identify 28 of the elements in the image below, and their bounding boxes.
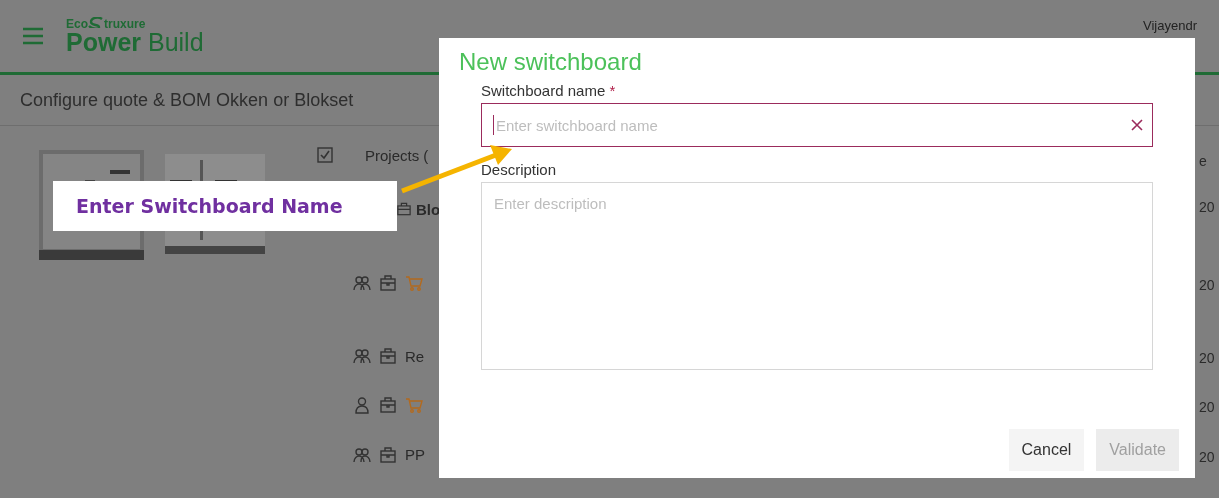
cancel-button[interactable]: Cancel <box>1008 429 1085 471</box>
app-logo: Eco truxure Power Build <box>66 17 204 55</box>
date-cell-text: 20 <box>1199 198 1216 217</box>
user-name[interactable]: Vijayendr <box>1143 18 1197 33</box>
project-name[interactable]: PP <box>405 446 425 463</box>
column-header: Projects ( <box>365 146 429 164</box>
field-label: Description <box>481 161 557 178</box>
briefcase-icon <box>379 273 397 292</box>
briefcase-icon <box>397 202 411 216</box>
input-field[interactable]: Enter switchboard name <box>481 103 1153 147</box>
column-header: e <box>1199 152 1208 171</box>
briefcase-icon <box>379 347 397 365</box>
checkbox[interactable] <box>317 147 333 163</box>
field-label: Switchboard name * <box>481 82 616 99</box>
date-cell-text: 20 <box>1199 275 1216 295</box>
briefcase-icon <box>379 396 397 414</box>
date-cell-text: 20 <box>1199 349 1216 368</box>
page-title: Configure quote & BOM Okken or Blokset <box>20 89 354 111</box>
date-cell-text: 20 <box>1199 398 1216 417</box>
callout-text: Enter Switchboard Name <box>76 195 343 217</box>
clear-icon[interactable] <box>1131 119 1143 131</box>
briefcase-icon <box>379 445 397 464</box>
project-name[interactable]: Re <box>405 347 425 365</box>
date-cell-text: 20 <box>1199 447 1216 467</box>
cart-icon <box>405 273 423 292</box>
project-name[interactable]: Blo <box>416 200 441 218</box>
cart-icon <box>405 396 423 414</box>
dialog-title: New switchboard <box>459 48 642 76</box>
